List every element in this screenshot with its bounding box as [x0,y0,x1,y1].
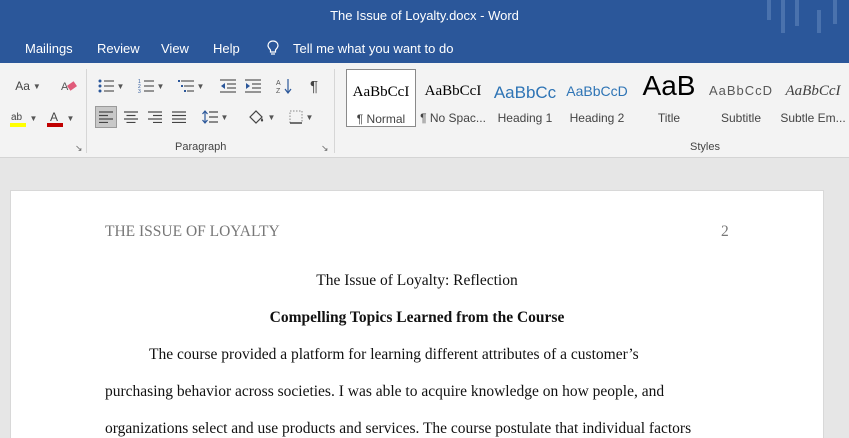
svg-text:Z: Z [276,88,281,94]
font-color-button[interactable]: A ▼ [43,107,77,129]
body-line: organizations select and use products an… [105,420,692,437]
style-sample: AaBbCcI [424,83,482,99]
borders-button[interactable]: ▼ [284,106,318,128]
sort-button[interactable]: A Z [273,75,295,97]
group-divider [86,69,87,153]
style-sample: AaB [642,71,696,101]
window-title: The Issue of Loyalty.docx - Word [330,8,519,23]
decrease-indent-button[interactable] [217,75,239,97]
bullets-button[interactable]: ▼ [96,75,126,97]
align-center-icon [124,111,138,123]
chevron-down-icon: ▼ [66,113,75,123]
align-left-icon [99,111,113,123]
decrease-indent-icon [220,79,236,93]
align-right-button[interactable] [144,106,166,128]
change-case-button[interactable]: Aa ▼ [10,75,46,97]
style-subtitle[interactable]: AaBbCcD Subtitle [706,69,776,127]
eraser-icon: A [61,81,77,93]
title-bar-pattern [767,0,837,33]
increase-indent-icon [245,79,261,93]
chevron-down-icon: ▼ [156,81,165,91]
style-name: Heading 1 [497,111,553,125]
body-line: purchasing behavior across societies. I … [105,383,665,400]
multilevel-list-icon [177,80,194,92]
paragraph-dialog-launcher-icon[interactable]: ↘ [321,144,330,153]
font-dialog-launcher-icon[interactable]: ↘ [75,144,84,153]
styles-gallery: AaBbCcI ¶ Normal AaBbCcI ¶ No Spac... Aa… [344,69,849,129]
font-color-icon: A [46,110,63,127]
page-number: 2 [721,223,729,240]
style-name: ¶ No Spac... [420,111,486,125]
style-sample: AaBbCcD [708,83,774,98]
paragraph-group-label: Paragraph [175,141,227,153]
chevron-down-icon: ▼ [267,112,276,122]
line-spacing-icon [201,110,218,124]
line-spacing-button[interactable]: ▼ [198,106,232,128]
section-heading: Compelling Topics Learned from the Cours… [269,309,565,326]
chevron-down-icon: ▼ [196,81,205,91]
text-highlight-button[interactable]: ab ▼ [6,107,40,129]
chevron-down-icon: ▼ [305,112,314,122]
style-sample: AaBbCcD [566,83,628,99]
numbering-icon: 123 [138,79,154,93]
tab-review[interactable]: Review [97,41,140,56]
style-heading-2[interactable]: AaBbCcD Heading 2 [562,69,632,127]
style-name: ¶ Normal [356,112,406,126]
justify-icon [172,111,186,123]
highlighter-icon: ab [9,112,26,127]
svg-text:A: A [50,110,58,124]
ribbon: Aa ▼ A ab ▼ A ▼ ▼ 123 ▼ ▼ A Z ¶ ▼ ▼ ▼ Pa… [0,63,849,158]
style-name: Subtle Em... [780,111,846,125]
tab-help[interactable]: Help [213,41,240,56]
borders-icon [289,110,303,124]
bullets-icon [98,79,114,93]
styles-group-label: Styles [690,141,720,153]
chevron-down-icon: ▼ [116,81,125,91]
tab-mailings[interactable]: Mailings [25,41,73,56]
running-head: THE ISSUE OF LOYALTY [105,223,280,240]
multilevel-list-button[interactable]: ▼ [175,75,207,97]
tab-view[interactable]: View [161,41,189,56]
lightbulb-icon[interactable] [266,40,280,56]
style-subtle-emphasis[interactable]: AaBbCcI Subtle Em... [778,69,848,127]
svg-text:A: A [276,80,281,87]
align-right-icon [148,111,162,123]
show-formatting-marks-button[interactable]: ¶ [304,75,324,97]
tell-me-search[interactable]: Tell me what you want to do [293,41,453,56]
style-no-spacing[interactable]: AaBbCcI ¶ No Spac... [418,69,488,127]
style-name: Subtitle [720,111,762,125]
numbering-button[interactable]: 123 ▼ [135,75,167,97]
style-name: Heading 2 [569,111,625,125]
svg-text:A: A [61,81,69,93]
paint-bucket-icon [248,110,263,124]
pilcrow-icon: ¶ [309,77,319,95]
document-title: The Issue of Loyalty: Reflection [316,272,518,289]
shading-button[interactable]: ▼ [244,106,278,128]
style-sample: AaBbCcI [352,84,410,100]
clear-formatting-button[interactable]: A [58,75,80,97]
chevron-down-icon: ▼ [32,81,41,91]
align-left-button[interactable] [95,106,117,128]
style-sample: AaBbCcI [785,83,841,99]
chevron-down-icon: ▼ [220,112,229,122]
svg-text:3: 3 [138,89,141,93]
center-button[interactable] [120,106,142,128]
style-title[interactable]: AaB Title [634,69,704,127]
style-heading-1[interactable]: AaBbCc Heading 1 [490,69,560,127]
style-sample: AaBbCc [493,83,557,102]
document-page[interactable]: THE ISSUE OF LOYALTY 2 The Issue of Loya… [10,190,824,438]
title-bar: The Issue of Loyalty.docx - Word [0,0,849,33]
justify-button[interactable] [168,106,190,128]
sort-icon: A Z [276,79,292,94]
style-name: Title [657,111,681,125]
chevron-down-icon: ▼ [29,113,38,123]
group-divider [334,69,335,153]
style-normal[interactable]: AaBbCcI ¶ Normal [346,69,416,127]
ribbon-tabs: Mailings Review View Help Tell me what y… [0,33,849,63]
increase-indent-button[interactable] [242,75,264,97]
svg-text:ab: ab [11,112,23,123]
body-line: The course provided a platform for learn… [149,346,639,363]
